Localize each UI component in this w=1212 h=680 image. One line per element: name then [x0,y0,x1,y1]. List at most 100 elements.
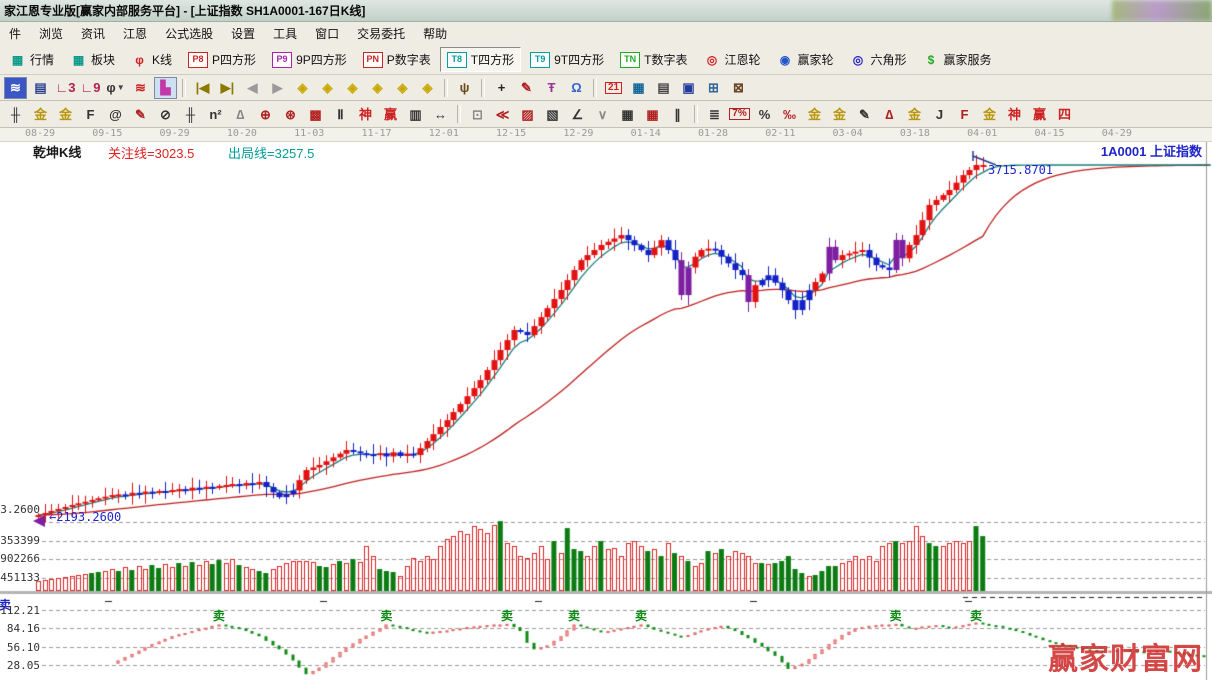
stats-panel-icon[interactable]: ≣ [703,103,726,125]
diamond-star-icon[interactable]: ◈ [391,77,414,99]
j-angle-icon[interactable]: J [928,103,951,125]
menu-item-4[interactable]: 公式选股 [156,22,222,45]
wave-a-icon[interactable]: ∆ [878,103,901,125]
time-grid-icon[interactable]: ▦ [641,103,664,125]
spiral-icon[interactable]: @ [104,103,127,125]
wave3-icon[interactable]: ∟3 [54,77,77,99]
copy-icon[interactable]: ⊞ [702,77,725,99]
gold-angle-icon[interactable]: 金 [978,103,1001,125]
menu-item-1[interactable]: 浏览 [30,22,72,45]
hash-ruler-icon-glyph: ╫ [185,106,196,122]
date-tick-03-18: 03-18 [899,128,930,139]
ruler123-icon[interactable]: ▥ [404,103,427,125]
vee-pattern-icon[interactable]: ∨ [591,103,614,125]
spiderweb-icon[interactable]: ⊛ [279,103,302,125]
menu-item-6[interactable]: 工具 [264,22,306,45]
angle-mirror-icon[interactable]: ∆ [229,103,252,125]
toolbar-button-9T四方形[interactable]: T9 9T四方形 [523,47,611,72]
price-grid-icon[interactable]: ▦ [616,103,639,125]
measure-icon[interactable]: ↔ [429,103,452,125]
calculator-icon[interactable]: ▦ [627,77,650,99]
print-icon[interactable]: ⊠ [727,77,750,99]
colored-bars-icon[interactable]: ▙ [154,76,177,99]
percent7-icon[interactable]: 7% [728,103,751,125]
menu-item-5[interactable]: 设置 [222,22,264,45]
spiral-icon-glyph: @ [109,106,122,122]
angle-line-icon[interactable]: ∠ [566,103,589,125]
last-page-icon[interactable]: ▶| [216,77,239,99]
menu-item-2[interactable]: 资讯 [72,22,114,45]
win-angle-icon[interactable]: 赢 [1028,103,1051,125]
fan-lines-icon[interactable]: ≪ [491,103,514,125]
win-tool-icon[interactable]: 赢 [379,103,402,125]
toolbar-button-行情[interactable]: ▦ 行情 [2,47,61,72]
report-icon[interactable]: ▤ [29,77,52,99]
wave9-icon[interactable]: ∟9 [79,77,102,99]
first-page-icon[interactable]: |◀ [191,77,214,99]
fibonacci-icon[interactable]: F [79,103,102,125]
toolbar-button-江恩轮[interactable]: ◎ 江恩轮 [696,47,767,72]
menu-item-3[interactable]: 江恩 [114,22,156,45]
prev-icon[interactable]: ◀ [241,77,264,99]
overlay-icon[interactable]: ⊡ [466,103,489,125]
shen-angle-icon[interactable]: 神 [1003,103,1026,125]
diamond-center-icon[interactable]: ◈ [366,77,389,99]
grid-web-icon-glyph: ▩ [309,106,322,122]
toolbar-button-P四方形[interactable]: P8 P四方形 [181,47,263,72]
fan-box-icon[interactable]: ▨ [516,103,539,125]
hash-ruler-icon[interactable]: ╫ [179,103,202,125]
fan-box2-icon[interactable]: ▧ [541,103,564,125]
zigzag-icon[interactable]: ≋ [129,77,152,99]
calendar-icon[interactable]: 21 [602,77,625,99]
gold-gate-icon[interactable]: 金 [29,103,52,125]
toolbar-button-K线[interactable]: φ K线 [124,47,179,72]
toolbar-button-板块[interactable]: ▦ 板块 [63,47,122,72]
next-icon[interactable]: ▶ [266,77,289,99]
toolbar-button-T四方形[interactable]: T8 T四方形 [439,47,522,72]
toolbar-button-T数字表[interactable]: TN T数字表 [613,47,694,72]
gold-circle-icon[interactable]: 金 [803,103,826,125]
diamond-expand-icon[interactable]: ◈ [341,77,364,99]
menu-item-0[interactable]: 件 [0,22,30,45]
circle-ruler-icon[interactable]: ⊘ [154,103,177,125]
mark-pencil-icon[interactable]: ✎ [853,103,876,125]
sell-marker: 卖 [635,609,648,623]
permille-icon[interactable]: ‰ [778,103,801,125]
overview-icon[interactable]: ≋ [4,76,27,99]
f-angle-icon[interactable]: F [953,103,976,125]
crosshair-icon[interactable]: + [490,77,513,99]
pencil-ruler-icon[interactable]: ✎ [129,103,152,125]
menu-item-8[interactable]: 交易委托 [348,22,414,45]
shen-tool-icon[interactable]: 神 [354,103,377,125]
hand-icon[interactable]: ψ [453,77,476,99]
gold-under-icon[interactable]: 金 [903,103,926,125]
double-tick-icon[interactable]: Ⅱ [329,103,352,125]
grid-web-icon[interactable]: ▩ [304,103,327,125]
toolbar-button-赢家服务[interactable]: $ 赢家服务 [916,47,999,72]
ruler-icon[interactable]: ╫ [4,103,27,125]
compass-icon[interactable]: ⊕ [254,103,277,125]
percent-icon-glyph: % [758,106,771,122]
menu-item-7[interactable]: 窗口 [306,22,348,45]
toolbar-button-P数字表[interactable]: PN P数字表 [356,47,438,72]
mind-icon[interactable]: Ω [565,77,588,99]
percent-icon[interactable]: % [753,103,776,125]
gold-line-icon[interactable]: 金 [54,103,77,125]
diamond-left-icon[interactable]: ◈ [291,77,314,99]
toolbar-button-六角形[interactable]: ◎ 六角形 [843,47,914,72]
notes-icon[interactable]: ▤ [652,77,675,99]
toolbar-button-9P四方形[interactable]: P9 9P四方形 [265,47,354,72]
diamond-right-icon[interactable]: ◈ [316,77,339,99]
titlebar[interactable]: 家江恩专业版[赢家内部服务平台] - [上证指数 SH1A0001-167日K线… [0,0,1212,22]
trendline-icon[interactable]: ✎ [515,77,538,99]
square-number-icon[interactable]: n² [204,103,227,125]
four-angle-icon[interactable]: 四 [1053,103,1076,125]
candle-type-icon[interactable]: φ ▼ [104,77,127,99]
parallel-lines-icon[interactable]: ∥ [666,103,689,125]
gold-level-icon[interactable]: 金 [828,103,851,125]
diamond-grid-icon[interactable]: ◈ [416,77,439,99]
menu-item-9[interactable]: 帮助 [414,22,456,45]
toolbar-button-赢家轮[interactable]: ◉ 赢家轮 [769,47,840,72]
gann-tool-icon[interactable]: Ŧ [540,77,563,99]
save-icon[interactable]: ▣ [677,77,700,99]
